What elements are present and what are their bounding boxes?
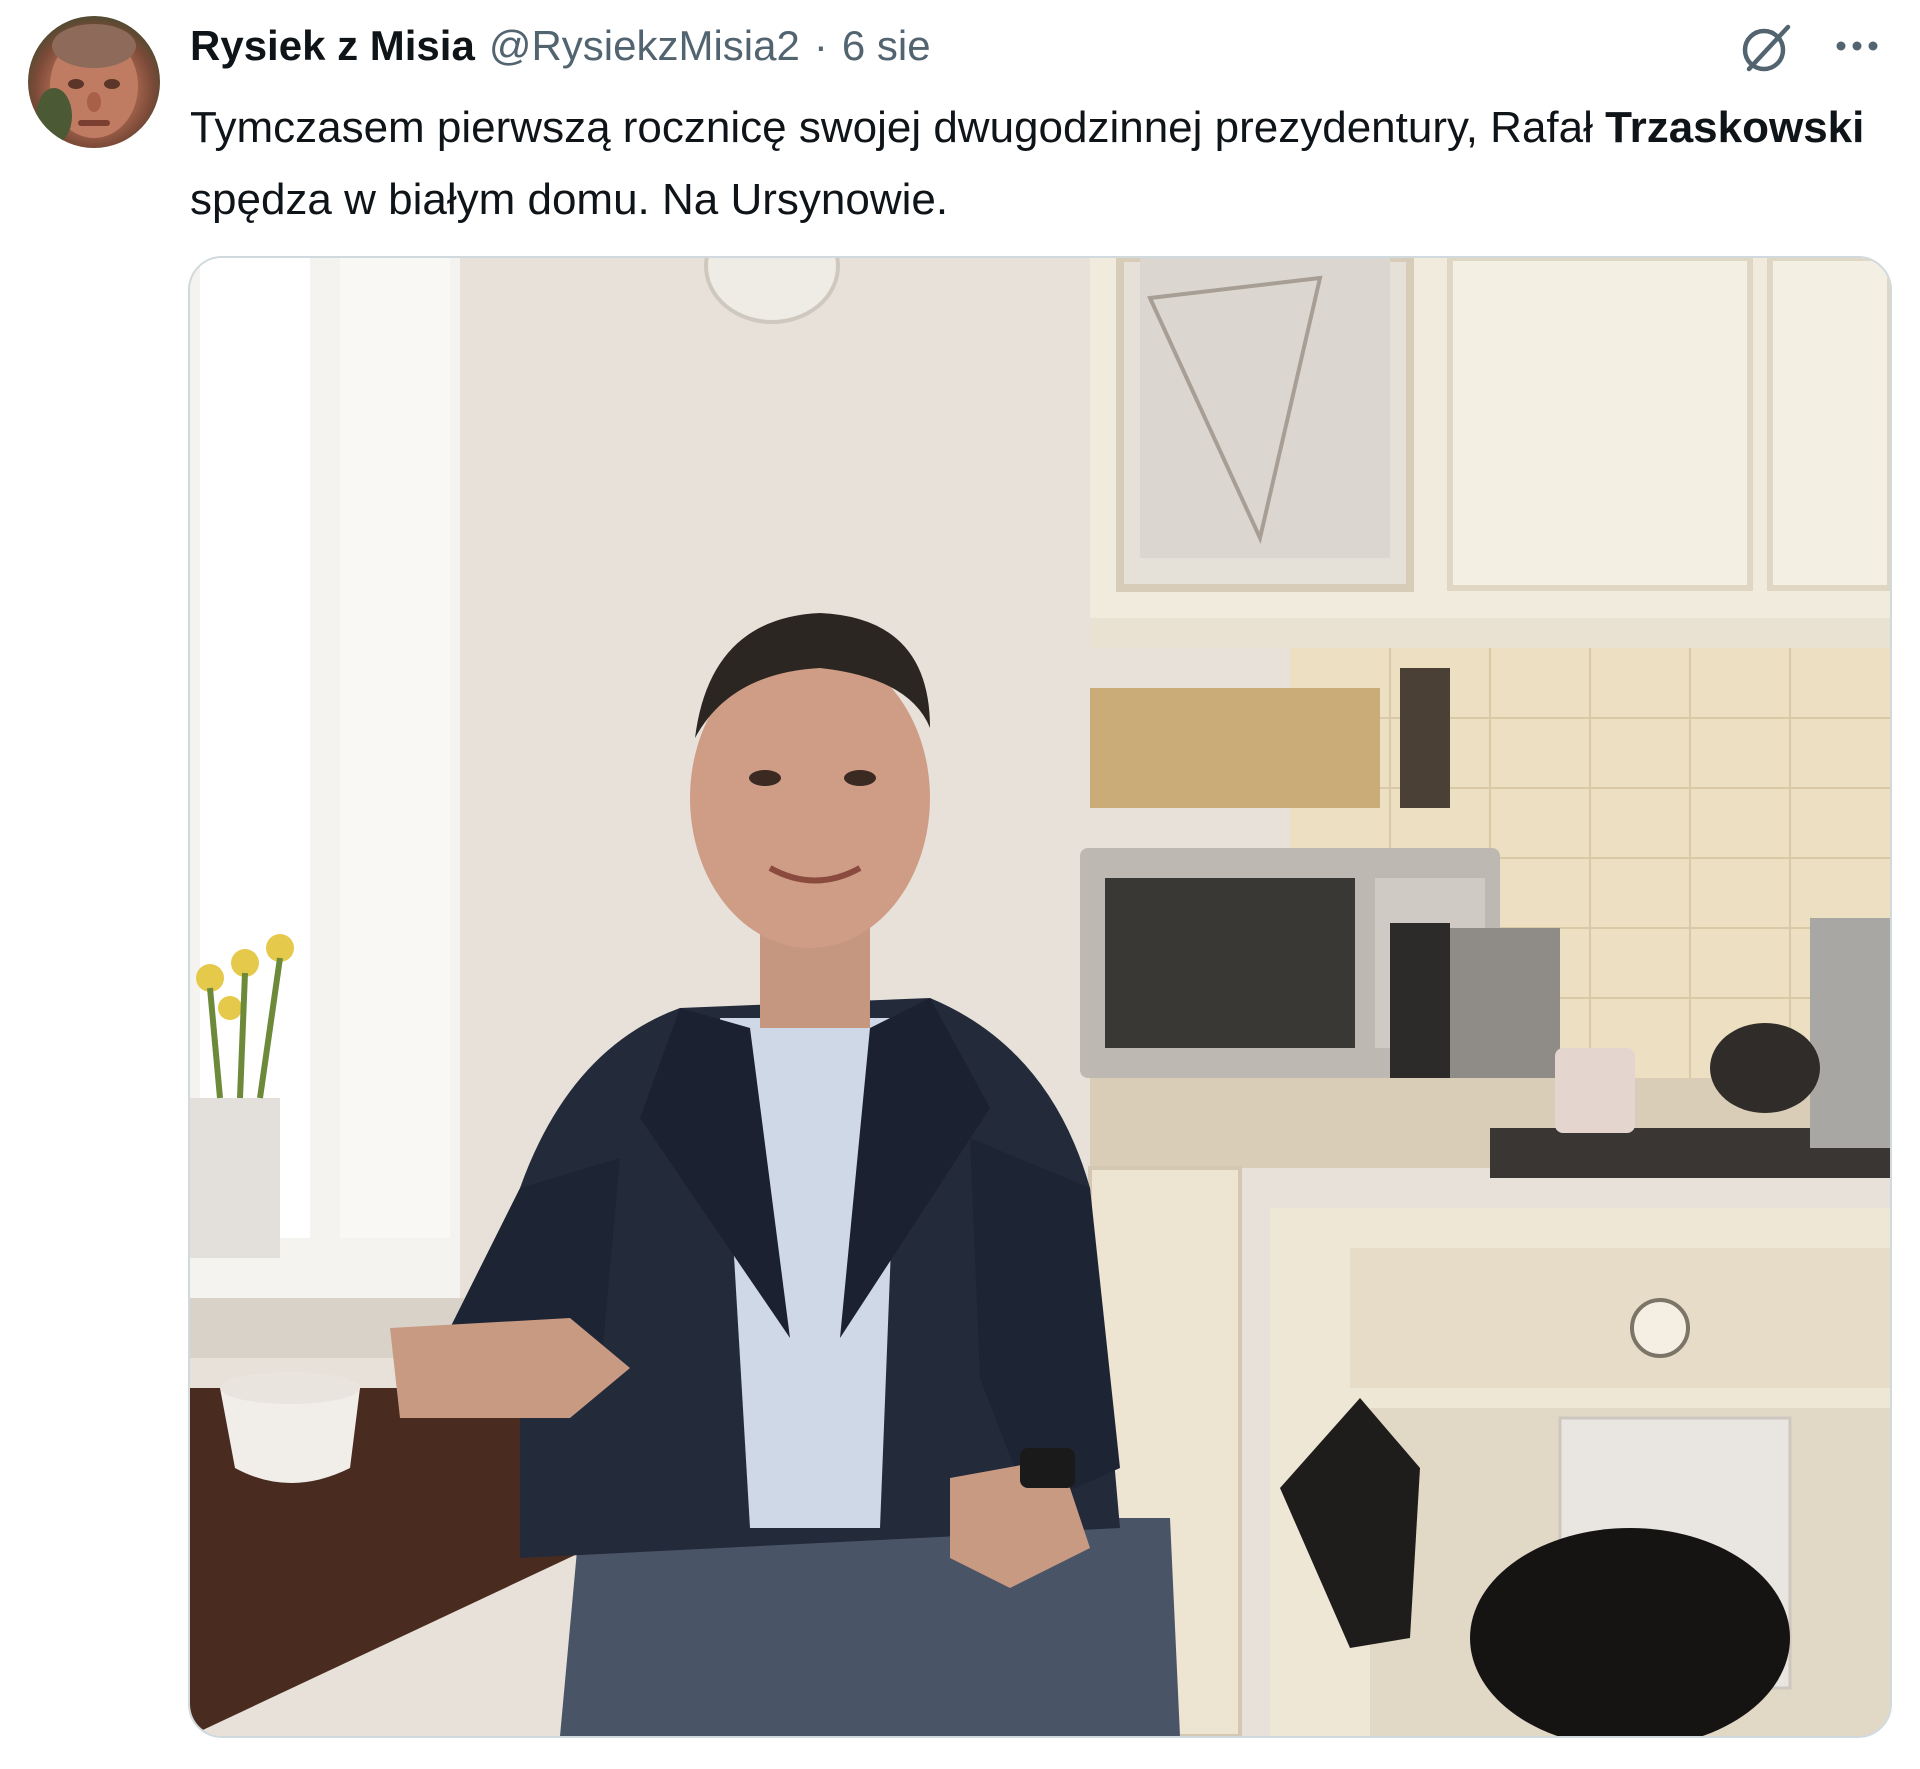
- post-date[interactable]: 6 sie: [842, 20, 931, 72]
- avatar[interactable]: [28, 16, 160, 148]
- user-handle[interactable]: @RysiekzMisia2: [489, 20, 800, 72]
- separator-dot: ·: [813, 22, 828, 69]
- tweet-text-part: Tymczasem pierwszą rocznicę swojej dwugo…: [190, 103, 1606, 152]
- tweet-header: Rysiek z Misia @RysiekzMisia2 · 6 sie: [190, 20, 931, 72]
- tweet-text-part: spędza w białym domu. Na Ursynowie.: [190, 175, 949, 224]
- more-icon[interactable]: [1832, 26, 1882, 66]
- tweet-media-image[interactable]: [188, 256, 1892, 1738]
- tweet-text: Tymczasem pierwszą rocznicę swojej dwugo…: [190, 92, 1870, 236]
- tweet[interactable]: Rysiek z Misia @RysiekzMisia2 · 6 sie Ty…: [0, 0, 1920, 1769]
- grok-icon[interactable]: [1738, 20, 1794, 76]
- tweet-text-bold[interactable]: Trzaskowski: [1605, 103, 1864, 152]
- display-name[interactable]: Rysiek z Misia: [190, 20, 475, 72]
